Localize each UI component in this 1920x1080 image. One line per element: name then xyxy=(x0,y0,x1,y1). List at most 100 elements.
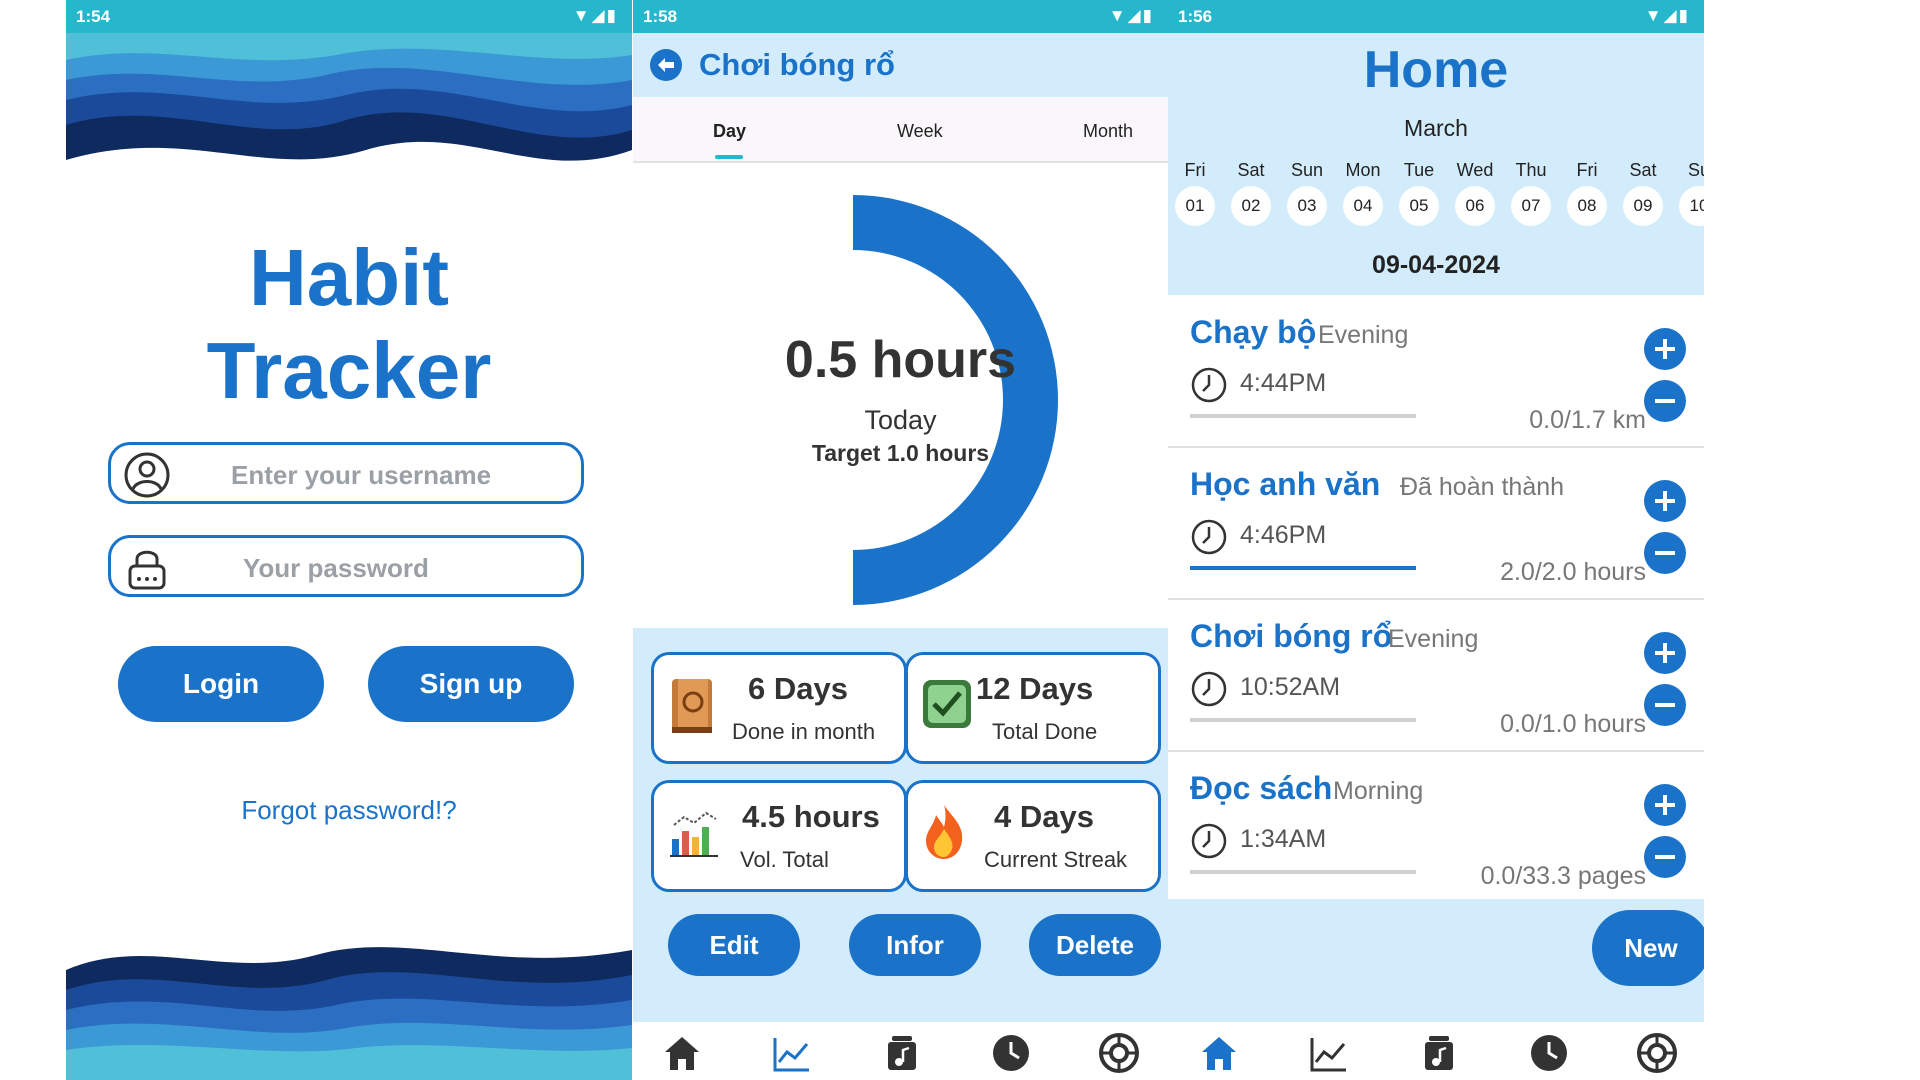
stat-label-vol-total: Vol. Total xyxy=(740,847,829,872)
weekday-label: Thu xyxy=(1515,160,1547,180)
status-icons: ▼◢▮ xyxy=(1108,6,1154,25)
clock-icon[interactable] xyxy=(990,1032,1032,1074)
music-icon[interactable] xyxy=(881,1032,923,1074)
decrement-button[interactable] xyxy=(1644,684,1686,726)
chart-icon[interactable] xyxy=(1308,1032,1350,1074)
habit-time: 4:46PM xyxy=(1240,521,1327,549)
bar-chart-icon xyxy=(670,811,718,857)
day-button[interactable]: 09 xyxy=(1623,186,1663,226)
habit-row[interactable]: Đọc sách Morning 1:34AM 0.0/33.3 pages xyxy=(1168,752,1704,904)
progress-target: Target 1.0 hours xyxy=(811,440,990,466)
day-button[interactable]: 03 xyxy=(1287,186,1327,226)
progress-caption: Today xyxy=(864,405,937,435)
habit-progress-text: 0.0/1.7 km xyxy=(1529,406,1646,434)
stat-value-vol-total: 4.5 hours xyxy=(742,799,880,834)
status-time: 1:54 xyxy=(76,7,111,26)
habit-progress-bar xyxy=(1190,870,1416,874)
habit-time: 10:52AM xyxy=(1240,673,1341,701)
home-icon[interactable] xyxy=(1198,1032,1240,1074)
day-button[interactable]: 05 xyxy=(1399,186,1439,226)
status-icons: ▼◢▮ xyxy=(572,6,618,25)
delete-button[interactable]: Delete xyxy=(1029,914,1161,976)
settings-icon[interactable] xyxy=(1098,1032,1140,1074)
habit-tag: Evening xyxy=(1388,625,1479,653)
status-time: 1:56 xyxy=(1178,7,1213,26)
chart-icon[interactable] xyxy=(771,1032,813,1074)
stat-value-total-done: 12 Days xyxy=(976,671,1094,706)
habit-progress-text: 0.0/33.3 pages xyxy=(1480,862,1646,890)
forgot-password-link[interactable]: Forgot password!? xyxy=(66,795,632,826)
weekday-label: Mon xyxy=(1345,160,1381,180)
stat-label-streak: Current Streak xyxy=(984,847,1128,872)
increment-button[interactable] xyxy=(1644,784,1686,826)
notebook-icon xyxy=(672,679,712,733)
tab-day[interactable]: Day xyxy=(713,121,746,142)
selected-date: 09-04-2024 xyxy=(1372,251,1500,279)
new-habit-button[interactable]: New xyxy=(1592,910,1704,986)
habit-tag: Đã hoàn thành xyxy=(1400,473,1565,501)
signup-button[interactable]: Sign up xyxy=(368,646,574,722)
back-arrow-icon[interactable] xyxy=(649,48,683,82)
progress-value: 0.5 hours xyxy=(784,331,1017,389)
weekday-label: Sat xyxy=(1629,160,1657,180)
decrement-button[interactable] xyxy=(1644,836,1686,878)
habit-detail-screen: 1:58 ▼◢▮ Chơi bóng rổ Day Week Month 0.5… xyxy=(633,0,1168,1080)
app-title-line2: Tracker xyxy=(206,326,492,415)
increment-button[interactable] xyxy=(1644,480,1686,522)
fire-icon xyxy=(926,805,963,859)
detail-header: Chơi bóng rổ xyxy=(633,33,1168,97)
habit-progress-bar xyxy=(1190,566,1416,570)
username-placeholder: Enter your username xyxy=(231,460,492,490)
habit-progress-text: 0.0/1.0 hours xyxy=(1500,710,1646,738)
stat-label-total-done: Total Done xyxy=(992,719,1098,744)
day-button[interactable]: 01 xyxy=(1175,186,1215,226)
status-time: 1:58 xyxy=(643,7,678,26)
progress-ring xyxy=(853,195,1058,605)
tab-week[interactable]: Week xyxy=(897,121,943,142)
username-field[interactable]: Enter your username xyxy=(108,442,584,504)
habit-tag: Evening xyxy=(1318,321,1409,349)
month-label: March xyxy=(1404,115,1468,141)
decrement-button[interactable] xyxy=(1644,532,1686,574)
stat-card-vol-total: 4.5 hours Vol. Total xyxy=(651,780,907,892)
habit-name: Đọc sách xyxy=(1190,770,1333,806)
habit-name: Chạy bộ xyxy=(1190,314,1317,350)
tab-month[interactable]: Month xyxy=(1083,121,1133,142)
stat-card-total-done: 12 Days Total Done xyxy=(905,652,1161,764)
infor-button[interactable]: Infor xyxy=(849,914,981,976)
habit-row[interactable]: Chơi bóng rổ Evening 10:52AM 0.0/1.0 hours xyxy=(1168,600,1704,752)
increment-button[interactable] xyxy=(1644,632,1686,674)
habit-progress-fill xyxy=(1190,566,1416,570)
day-button[interactable]: 04 xyxy=(1343,186,1383,226)
settings-icon[interactable] xyxy=(1636,1032,1678,1074)
stat-label-done-month: Done in month xyxy=(732,719,876,744)
day-button[interactable]: 07 xyxy=(1511,186,1551,226)
increment-button[interactable] xyxy=(1644,328,1686,370)
clock-icon[interactable] xyxy=(1528,1032,1570,1074)
password-placeholder: Your password xyxy=(243,553,429,583)
day-button[interactable]: 08 xyxy=(1567,186,1607,226)
clock-icon xyxy=(1191,519,1227,555)
bottom-nav xyxy=(633,1022,1168,1080)
detail-title: Chơi bóng rổ xyxy=(699,47,895,82)
stats-panel: 6 Days Done in month 12 Days Total Done … xyxy=(633,628,1168,1022)
decrement-button[interactable] xyxy=(1644,380,1686,422)
habit-row[interactable]: Chạy bộ Evening 4:44PM 0.0/1.7 km xyxy=(1168,296,1704,448)
clock-icon xyxy=(1191,671,1227,707)
music-icon[interactable] xyxy=(1418,1032,1460,1074)
habit-tag: Morning xyxy=(1333,777,1424,805)
habit-time: 1:34AM xyxy=(1240,825,1327,853)
weekday-label: Sat xyxy=(1237,160,1265,180)
day-button[interactable]: 06 xyxy=(1455,186,1495,226)
habit-name: Học anh văn xyxy=(1190,466,1381,502)
login-button[interactable]: Login xyxy=(118,646,324,722)
password-field[interactable]: Your password xyxy=(108,535,584,597)
period-tabs: Day Week Month xyxy=(633,97,1168,163)
habit-row[interactable]: Học anh văn Đã hoàn thành 4:46PM 2.0/2.0 ho… xyxy=(1168,448,1704,600)
home-title: Home xyxy=(1363,41,1509,99)
clock-icon xyxy=(1191,367,1227,403)
habit-progress-bar xyxy=(1190,414,1416,418)
edit-button[interactable]: Edit xyxy=(668,914,800,976)
day-button[interactable]: 02 xyxy=(1231,186,1271,226)
home-icon[interactable] xyxy=(661,1032,703,1074)
